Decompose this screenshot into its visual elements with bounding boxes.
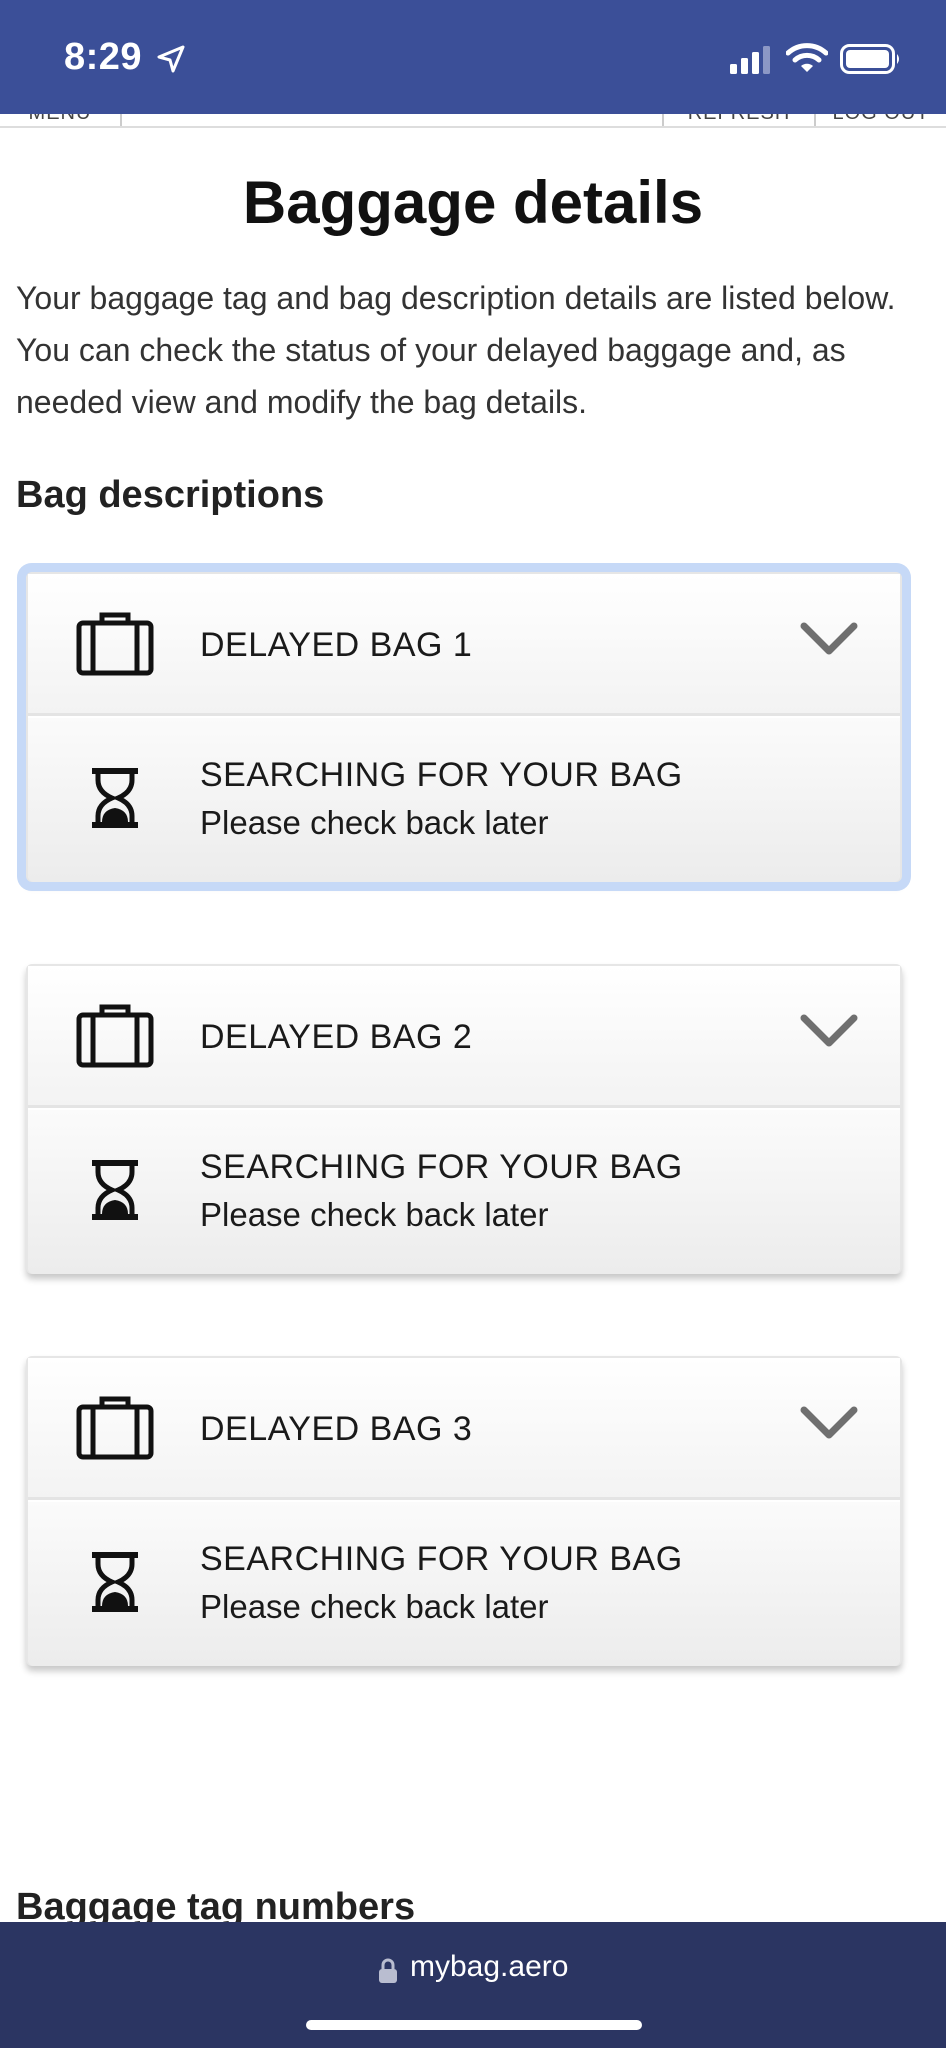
suitcase-icon	[76, 610, 154, 681]
location-arrow-icon	[156, 44, 186, 79]
bag-card-3[interactable]: DELAYED BAG 3 SEARCHING FOR YOUR BAG Ple…	[26, 1356, 902, 1666]
lock-icon	[378, 1958, 398, 1989]
hourglass-icon	[90, 1158, 140, 1227]
bag-card-1[interactable]: DELAYED BAG 1 SEARCHING FOR YOUR BAG Ple…	[26, 572, 902, 882]
menu-button[interactable]: MENU	[0, 114, 122, 126]
bag-label: DELAYED BAG 1	[200, 626, 473, 664]
bag-descriptions-heading: Bag descriptions	[16, 474, 325, 516]
bag-label: DELAYED BAG 2	[200, 1018, 473, 1056]
chevron-down-icon[interactable]	[800, 1012, 858, 1055]
url-text[interactable]: mybag.aero	[410, 1950, 568, 1984]
bag-status: SEARCHING FOR YOUR BAG Please check back…	[28, 718, 900, 882]
suitcase-icon	[76, 1002, 154, 1073]
bag-status-title: SEARCHING FOR YOUR BAG	[200, 1148, 683, 1186]
home-indicator	[306, 2020, 642, 2030]
intro-text: Your baggage tag and bag description det…	[16, 280, 896, 420]
suitcase-icon	[76, 1394, 154, 1465]
bag-card-2[interactable]: DELAYED BAG 2 SEARCHING FOR YOUR BAG Ple…	[26, 964, 902, 1274]
status-time: 8:29	[64, 36, 143, 78]
bag-status: SEARCHING FOR YOUR BAG Please check back…	[28, 1502, 900, 1666]
logout-button[interactable]: LOG OUT	[816, 114, 946, 126]
hourglass-icon	[90, 766, 140, 835]
bag-card-header[interactable]: DELAYED BAG 2	[28, 966, 900, 1108]
cellular-signal-icon	[730, 44, 774, 79]
bag-status: SEARCHING FOR YOUR BAG Please check back…	[28, 1110, 900, 1274]
browser-address-bar[interactable]: mybag.aero	[0, 1922, 946, 2048]
bag-status-title: SEARCHING FOR YOUR BAG	[200, 756, 683, 794]
refresh-button[interactable]: REFRESH	[662, 114, 816, 126]
bag-status-subtitle: Please check back later	[200, 1588, 549, 1625]
top-navigation: MENU REFRESH LOG OUT	[0, 114, 946, 128]
bag-status-subtitle: Please check back later	[200, 1196, 549, 1233]
status-bar: 8:29	[0, 0, 946, 114]
page-title: Baggage details	[242, 169, 704, 236]
bag-label: DELAYED BAG 3	[200, 1410, 473, 1448]
chevron-down-icon[interactable]	[800, 620, 858, 663]
wifi-icon	[785, 42, 829, 79]
bag-card-header[interactable]: DELAYED BAG 3	[28, 1358, 900, 1500]
battery-icon	[840, 44, 902, 79]
hourglass-icon	[90, 1550, 140, 1619]
bag-card-header[interactable]: DELAYED BAG 1	[28, 574, 900, 716]
bag-status-title: SEARCHING FOR YOUR BAG	[200, 1540, 683, 1578]
chevron-down-icon[interactable]	[800, 1404, 858, 1447]
bag-status-subtitle: Please check back later	[200, 804, 549, 841]
